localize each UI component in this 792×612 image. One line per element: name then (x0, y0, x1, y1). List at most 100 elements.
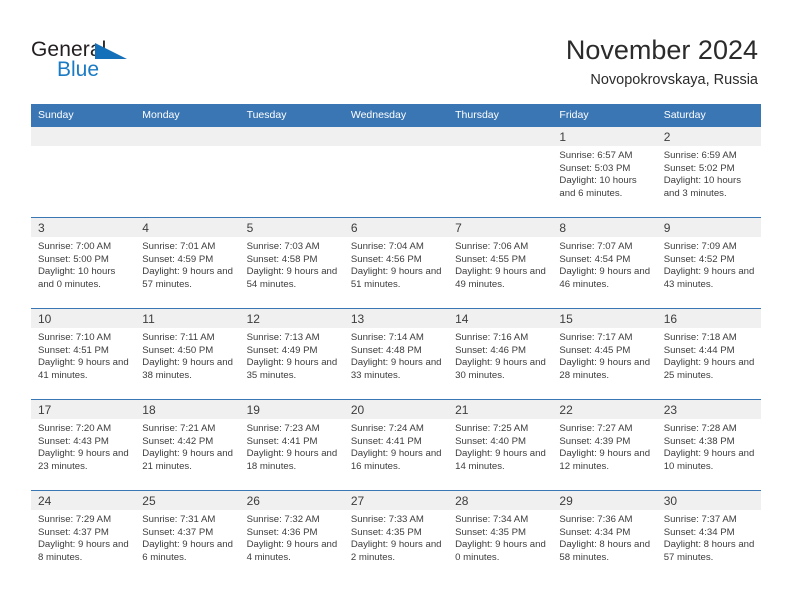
day-number: 20 (343, 400, 449, 419)
day-cell-empty (31, 127, 136, 217)
calendar-week-row: 17 Sunrise: 7:20 AM Sunset: 4:43 PM Dayligh… (31, 399, 761, 491)
day-number (448, 127, 553, 146)
day-cell: 8 Sunrise: 7:07 AM Sunset: 4:54 PM Daylight… (552, 218, 657, 308)
day-number: 25 (135, 491, 240, 510)
calendar-body: 1 Sunrise: 6:57 AM Sunset: 5:03 PM Daylight… (31, 126, 761, 581)
day-number: 5 (239, 218, 344, 237)
weekday-header-wednesday: Wednesday (343, 104, 449, 127)
sunrise-text: Sunrise: 7:37 AM (663, 514, 737, 525)
day-number (135, 127, 240, 146)
calendar-day-cell[interactable]: 12 Sunrise: 7:13 AM Sunset: 4:49 PM Dayligh… (239, 308, 344, 400)
calendar-day-cell[interactable]: 20 Sunrise: 7:24 AM Sunset: 4:41 PM Dayligh… (343, 399, 449, 491)
day-sun-info: Sunrise: 7:33 AM Sunset: 4:35 PM Daylight:… (344, 510, 448, 564)
day-number: 22 (552, 400, 657, 419)
daylight-text: Daylight: 8 hours and 58 minutes. (559, 539, 651, 563)
sunset-text: Sunset: 4:59 PM (142, 253, 214, 265)
calendar-day-cell[interactable]: 14 Sunrise: 7:16 AM Sunset: 4:46 PM Dayligh… (448, 308, 553, 400)
sunrise-text: Sunrise: 7:33 AM (350, 514, 424, 525)
sunrise-text: Sunrise: 7:10 AM (38, 332, 112, 343)
calendar-table: Sunday Monday Tuesday Wednesday Thursday… (31, 104, 761, 581)
day-sun-info: Sunrise: 6:59 AM Sunset: 5:02 PM Daylight:… (657, 146, 761, 200)
day-cell: 22 Sunrise: 7:27 AM Sunset: 4:39 PM Dayligh… (552, 400, 657, 490)
calendar-page: General Blue November 2024 Novopokrovska… (0, 0, 792, 612)
sunrise-text: Sunrise: 7:28 AM (663, 423, 737, 434)
day-cell: 21 Sunrise: 7:25 AM Sunset: 4:40 PM Dayligh… (448, 400, 553, 490)
page-subtitle: Novopokrovskaya, Russia (590, 72, 758, 88)
calendar-day-cell[interactable]: 24 Sunrise: 7:29 AM Sunset: 4:37 PM Dayligh… (31, 490, 136, 581)
day-sun-info: Sunrise: 7:20 AM Sunset: 4:43 PM Daylight:… (31, 419, 135, 473)
day-cell-empty (343, 127, 449, 217)
calendar-day-cell[interactable]: 16 Sunrise: 7:18 AM Sunset: 4:44 PM Dayligh… (656, 308, 761, 400)
calendar-day-cell[interactable]: 22 Sunrise: 7:27 AM Sunset: 4:39 PM Dayligh… (552, 399, 657, 491)
day-cell: 24 Sunrise: 7:29 AM Sunset: 4:37 PM Dayligh… (31, 491, 136, 581)
day-number: 17 (31, 400, 136, 419)
sunset-text: Sunset: 4:41 PM (350, 435, 422, 447)
sunrise-text: Sunrise: 7:18 AM (663, 332, 737, 343)
calendar-day-cell[interactable]: 8 Sunrise: 7:07 AM Sunset: 4:54 PM Daylight… (552, 217, 657, 309)
calendar-day-cell[interactable]: 17 Sunrise: 7:20 AM Sunset: 4:43 PM Dayligh… (31, 399, 136, 491)
day-number: 24 (31, 491, 136, 510)
calendar-day-cell[interactable]: 30 Sunrise: 7:37 AM Sunset: 4:34 PM Dayligh… (656, 490, 761, 581)
calendar-day-cell[interactable]: 27 Sunrise: 7:33 AM Sunset: 4:35 PM Dayligh… (343, 490, 449, 581)
calendar-day-cell[interactable]: 18 Sunrise: 7:21 AM Sunset: 4:42 PM Dayligh… (135, 399, 240, 491)
day-cell: 11 Sunrise: 7:11 AM Sunset: 4:50 PM Dayligh… (135, 309, 240, 399)
brand-logo[interactable]: General Blue (31, 38, 181, 84)
sunrise-text: Sunrise: 7:25 AM (455, 423, 529, 434)
calendar-day-cell[interactable]: 28 Sunrise: 7:34 AM Sunset: 4:35 PM Dayligh… (448, 490, 553, 581)
daylight-text: Daylight: 9 hours and 28 minutes. (559, 357, 651, 381)
calendar-day-cell[interactable]: 10 Sunrise: 7:10 AM Sunset: 4:51 PM Dayligh… (31, 308, 136, 400)
day-number: 16 (656, 309, 761, 328)
calendar-day-cell[interactable]: 23 Sunrise: 7:28 AM Sunset: 4:38 PM Dayligh… (656, 399, 761, 491)
sunrise-text: Sunrise: 7:01 AM (142, 241, 216, 252)
weekday-header-thursday: Thursday (448, 104, 553, 127)
calendar-day-cell[interactable]: 21 Sunrise: 7:25 AM Sunset: 4:40 PM Dayligh… (448, 399, 553, 491)
calendar-day-cell[interactable]: 15 Sunrise: 7:17 AM Sunset: 4:45 PM Dayligh… (552, 308, 657, 400)
calendar-day-cell[interactable]: 29 Sunrise: 7:36 AM Sunset: 4:34 PM Dayligh… (552, 490, 657, 581)
daylight-text: Daylight: 9 hours and 16 minutes. (350, 448, 442, 472)
calendar-day-cell[interactable]: 11 Sunrise: 7:11 AM Sunset: 4:50 PM Dayligh… (135, 308, 240, 400)
sunrise-text: Sunrise: 7:21 AM (142, 423, 216, 434)
sunset-text: Sunset: 4:35 PM (350, 526, 422, 538)
day-cell: 5 Sunrise: 7:03 AM Sunset: 4:58 PM Daylight… (239, 218, 344, 308)
sunset-text: Sunset: 4:39 PM (559, 435, 631, 447)
brand-triangle-icon (95, 43, 127, 59)
calendar-day-cell[interactable]: 7 Sunrise: 7:06 AM Sunset: 4:55 PM Daylight… (448, 217, 553, 309)
calendar-day-cell[interactable]: 1 Sunrise: 6:57 AM Sunset: 5:03 PM Daylight… (552, 126, 657, 218)
calendar-day-cell[interactable]: 25 Sunrise: 7:31 AM Sunset: 4:37 PM Dayligh… (135, 490, 240, 581)
day-sun-info: Sunrise: 7:03 AM Sunset: 4:58 PM Daylight:… (240, 237, 344, 291)
calendar-day-cell[interactable]: 19 Sunrise: 7:23 AM Sunset: 4:41 PM Dayligh… (239, 399, 344, 491)
calendar-day-cell[interactable]: 5 Sunrise: 7:03 AM Sunset: 4:58 PM Daylight… (239, 217, 344, 309)
daylight-text: Daylight: 10 hours and 3 minutes. (663, 175, 742, 199)
day-sun-info: Sunrise: 7:01 AM Sunset: 4:59 PM Daylight:… (135, 237, 239, 291)
calendar-day-cell[interactable]: 3 Sunrise: 7:00 AM Sunset: 5:00 PM Daylight… (31, 217, 136, 309)
calendar-day-cell[interactable]: 6 Sunrise: 7:04 AM Sunset: 4:56 PM Daylight… (343, 217, 449, 309)
day-number: 3 (31, 218, 136, 237)
day-sun-info: Sunrise: 7:36 AM Sunset: 4:34 PM Daylight:… (552, 510, 656, 564)
day-cell: 20 Sunrise: 7:24 AM Sunset: 4:41 PM Dayligh… (343, 400, 449, 490)
daylight-text: Daylight: 9 hours and 14 minutes. (455, 448, 546, 472)
sunrise-text: Sunrise: 7:31 AM (142, 514, 216, 525)
calendar-day-cell[interactable]: 13 Sunrise: 7:14 AM Sunset: 4:48 PM Dayligh… (343, 308, 449, 400)
sunrise-text: Sunrise: 7:36 AM (559, 514, 633, 525)
day-number (239, 127, 344, 146)
day-cell: 12 Sunrise: 7:13 AM Sunset: 4:49 PM Dayligh… (239, 309, 344, 399)
calendar-day-cell[interactable]: 9 Sunrise: 7:09 AM Sunset: 4:52 PM Daylight… (656, 217, 761, 309)
calendar-week-row: 1 Sunrise: 6:57 AM Sunset: 5:03 PM Daylight… (31, 126, 761, 218)
day-sun-info: Sunrise: 7:04 AM Sunset: 4:56 PM Daylight:… (344, 237, 448, 291)
calendar-day-cell[interactable]: 2 Sunrise: 6:59 AM Sunset: 5:02 PM Daylight… (656, 126, 761, 218)
day-cell: 17 Sunrise: 7:20 AM Sunset: 4:43 PM Dayligh… (31, 400, 136, 490)
day-number: 21 (448, 400, 553, 419)
calendar-day-cell[interactable]: 4 Sunrise: 7:01 AM Sunset: 4:59 PM Daylight… (135, 217, 240, 309)
calendar-day-cell (31, 126, 136, 218)
calendar-day-cell[interactable]: 26 Sunrise: 7:32 AM Sunset: 4:36 PM Dayligh… (239, 490, 344, 581)
day-number: 14 (448, 309, 553, 328)
day-number: 18 (135, 400, 240, 419)
day-number: 13 (343, 309, 449, 328)
day-number: 10 (31, 309, 136, 328)
day-number: 29 (552, 491, 657, 510)
day-number: 23 (656, 400, 761, 419)
sunset-text: Sunset: 4:48 PM (350, 344, 422, 356)
day-cell: 27 Sunrise: 7:33 AM Sunset: 4:35 PM Dayligh… (343, 491, 449, 581)
sunrise-text: Sunrise: 7:16 AM (455, 332, 529, 343)
day-sun-info: Sunrise: 7:25 AM Sunset: 4:40 PM Daylight:… (448, 419, 552, 473)
